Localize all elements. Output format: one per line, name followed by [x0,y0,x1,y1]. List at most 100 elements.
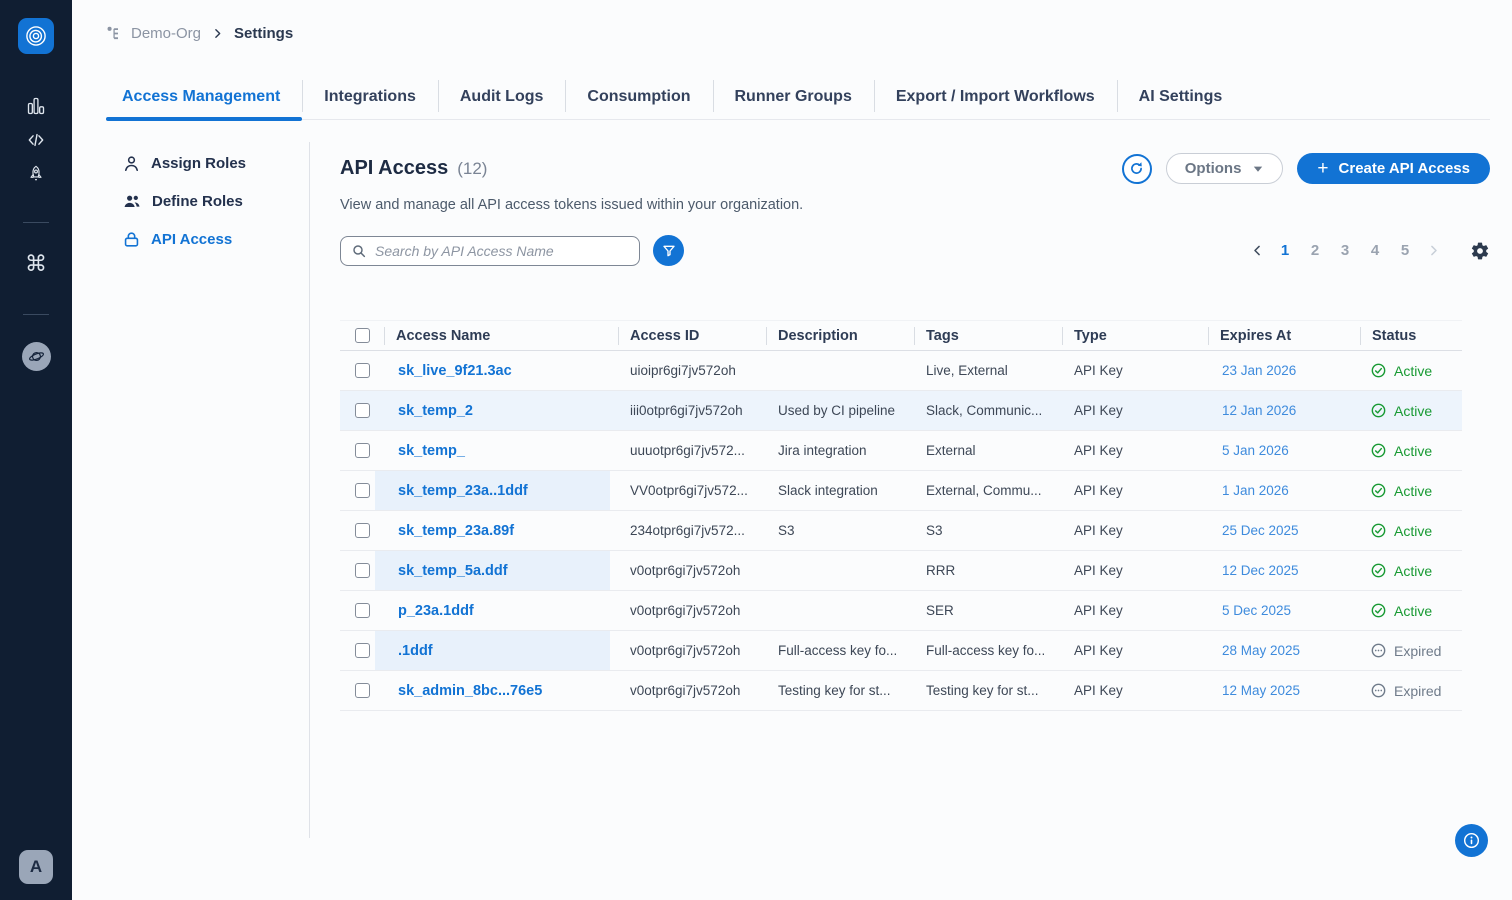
app-logo[interactable] [18,18,54,54]
tab-label: Integrations [324,88,416,106]
expires-at-link[interactable]: 12 Jan 2026 [1222,403,1296,418]
expires-at-link[interactable]: 5 Jan 2026 [1222,443,1289,458]
options-button[interactable]: Options [1166,153,1284,184]
page-number-4[interactable]: 4 [1360,242,1390,259]
access-name-link[interactable]: sk_temp_5a.ddf [398,563,508,579]
tab-ai-settings[interactable]: AI Settings [1117,75,1245,119]
access-name-link[interactable]: sk_live_9f21.3ac [398,363,512,379]
rocket-icon[interactable] [22,160,50,188]
select-all-checkbox[interactable] [355,328,370,343]
access-name-cell: sk_temp_ [384,431,618,470]
cell-id-text: VV0otpr6gi7jv572... [630,483,748,498]
expires-at-link[interactable]: 12 May 2025 [1222,683,1300,698]
column-header-status: Status [1360,321,1462,350]
tab-integrations[interactable]: Integrations [302,75,438,119]
page-number-1[interactable]: 1 [1270,242,1300,259]
breadcrumb-org[interactable]: Demo-Org [131,25,201,42]
row-checkbox[interactable] [355,563,370,578]
cell-tags-text: RRR [926,563,955,578]
page-number-3[interactable]: 3 [1330,242,1360,259]
row-checkbox[interactable] [355,443,370,458]
subnav-item-label: Assign Roles [151,155,246,172]
lock-icon [122,230,141,249]
expires-at-link[interactable]: 23 Jan 2026 [1222,363,1296,378]
page-number-5[interactable]: 5 [1390,242,1420,259]
user-avatar[interactable]: A [19,850,53,884]
cell-tags-text: External, Commu... [926,483,1042,498]
column-header-type: Type [1062,321,1208,350]
expires-at-cell: 12 Dec 2025 [1208,551,1360,590]
app-sidebar: ⌘ A [0,0,72,900]
expires-at-link[interactable]: 1 Jan 2026 [1222,483,1289,498]
table-row: sk_temp_5a.ddfv0otpr6gi7jv572ohRRRAPI Ke… [340,551,1462,591]
refresh-button[interactable] [1122,154,1152,184]
access-name-cell: sk_temp_23a.89f [384,511,618,550]
row-checkbox[interactable] [355,363,370,378]
row-checkbox-cell [340,511,384,550]
expires-at-link[interactable]: 5 Dec 2025 [1222,603,1291,618]
tab-export-import-workflows[interactable]: Export / Import Workflows [874,75,1117,119]
breadcrumb: Demo-Org Settings [106,25,1490,42]
expires-at-link[interactable]: 12 Dec 2025 [1222,563,1299,578]
row-checkbox[interactable] [355,683,370,698]
page-number-2[interactable]: 2 [1300,242,1330,259]
tab-audit-logs[interactable]: Audit Logs [438,75,566,119]
select-all-checkbox-cell [340,321,384,350]
cell-id-text: v0otpr6gi7jv572oh [630,683,740,698]
cell-tags-text: Testing key for st... [926,683,1039,698]
command-icon[interactable]: ⌘ [22,250,50,278]
planet-icon[interactable] [22,342,51,371]
check-circle-icon [1370,602,1387,619]
sidebar-item-assign-roles[interactable]: Assign Roles [106,144,309,182]
bar-chart-icon[interactable] [22,92,50,120]
tab-consumption[interactable]: Consumption [565,75,712,119]
cell-type-text: API Key [1074,523,1123,538]
cell-tags-text: S3 [926,523,943,538]
expires-at-link[interactable]: 25 Dec 2025 [1222,523,1299,538]
row-checkbox[interactable] [355,403,370,418]
status-label: Expired [1394,643,1441,659]
access-name-link[interactable]: sk_admin_8bc...76e5 [398,683,542,699]
expires-at-link[interactable]: 28 May 2025 [1222,643,1300,658]
status-badge: Active [1360,351,1462,390]
code-icon[interactable] [22,126,50,154]
cell-description [766,551,914,590]
tab-access-management[interactable]: Access Management [106,75,302,119]
row-checkbox[interactable] [355,643,370,658]
access-name-link[interactable]: .1ddf [398,643,433,659]
cell-description-text: Full-access key fo... [778,643,897,658]
cell-tags-text: Full-access key fo... [926,643,1045,658]
access-name-link[interactable]: sk_temp_ [398,443,465,459]
row-checkbox[interactable] [355,523,370,538]
previous-page-button[interactable] [1244,238,1270,264]
tab-label: AI Settings [1139,88,1223,106]
row-checkbox[interactable] [355,603,370,618]
search-input[interactable] [375,243,629,259]
cell-id-text: 234otpr6gi7jv572... [630,523,745,538]
access-name-link[interactable]: p_23a.1ddf [398,603,474,619]
access-name-cell: sk_live_9f21.3ac [384,351,618,390]
row-checkbox-cell [340,351,384,390]
create-api-access-button[interactable]: + Create API Access [1297,153,1490,184]
access-name-link[interactable]: sk_temp_23a..1ddf [398,483,528,499]
access-name-link[interactable]: sk_temp_2 [398,403,473,419]
filter-button[interactable] [653,235,684,266]
sidebar-item-api-access[interactable]: API Access [106,220,309,258]
help-info-button[interactable] [1455,824,1488,857]
pagination: 12345 [1244,238,1446,264]
row-checkbox[interactable] [355,483,370,498]
tab-runner-groups[interactable]: Runner Groups [713,75,874,119]
status-label: Active [1394,363,1432,379]
access-name-link[interactable]: sk_temp_23a.89f [398,523,514,539]
table-settings-button[interactable] [1470,241,1490,261]
check-circle-icon [1370,562,1387,579]
item-count: (12) [457,159,487,179]
next-page-button[interactable] [1420,238,1446,264]
cell-description [766,591,914,630]
sidebar-item-define-roles[interactable]: Define Roles [106,182,309,220]
status-badge: Active [1360,391,1462,430]
cell-tags: External, Commu... [914,471,1062,510]
status-badge: Expired [1360,631,1462,670]
subnav-item-label: API Access [151,231,232,248]
table-row: sk_live_9f21.3acuioipr6gi7jv572ohLive, E… [340,351,1462,391]
